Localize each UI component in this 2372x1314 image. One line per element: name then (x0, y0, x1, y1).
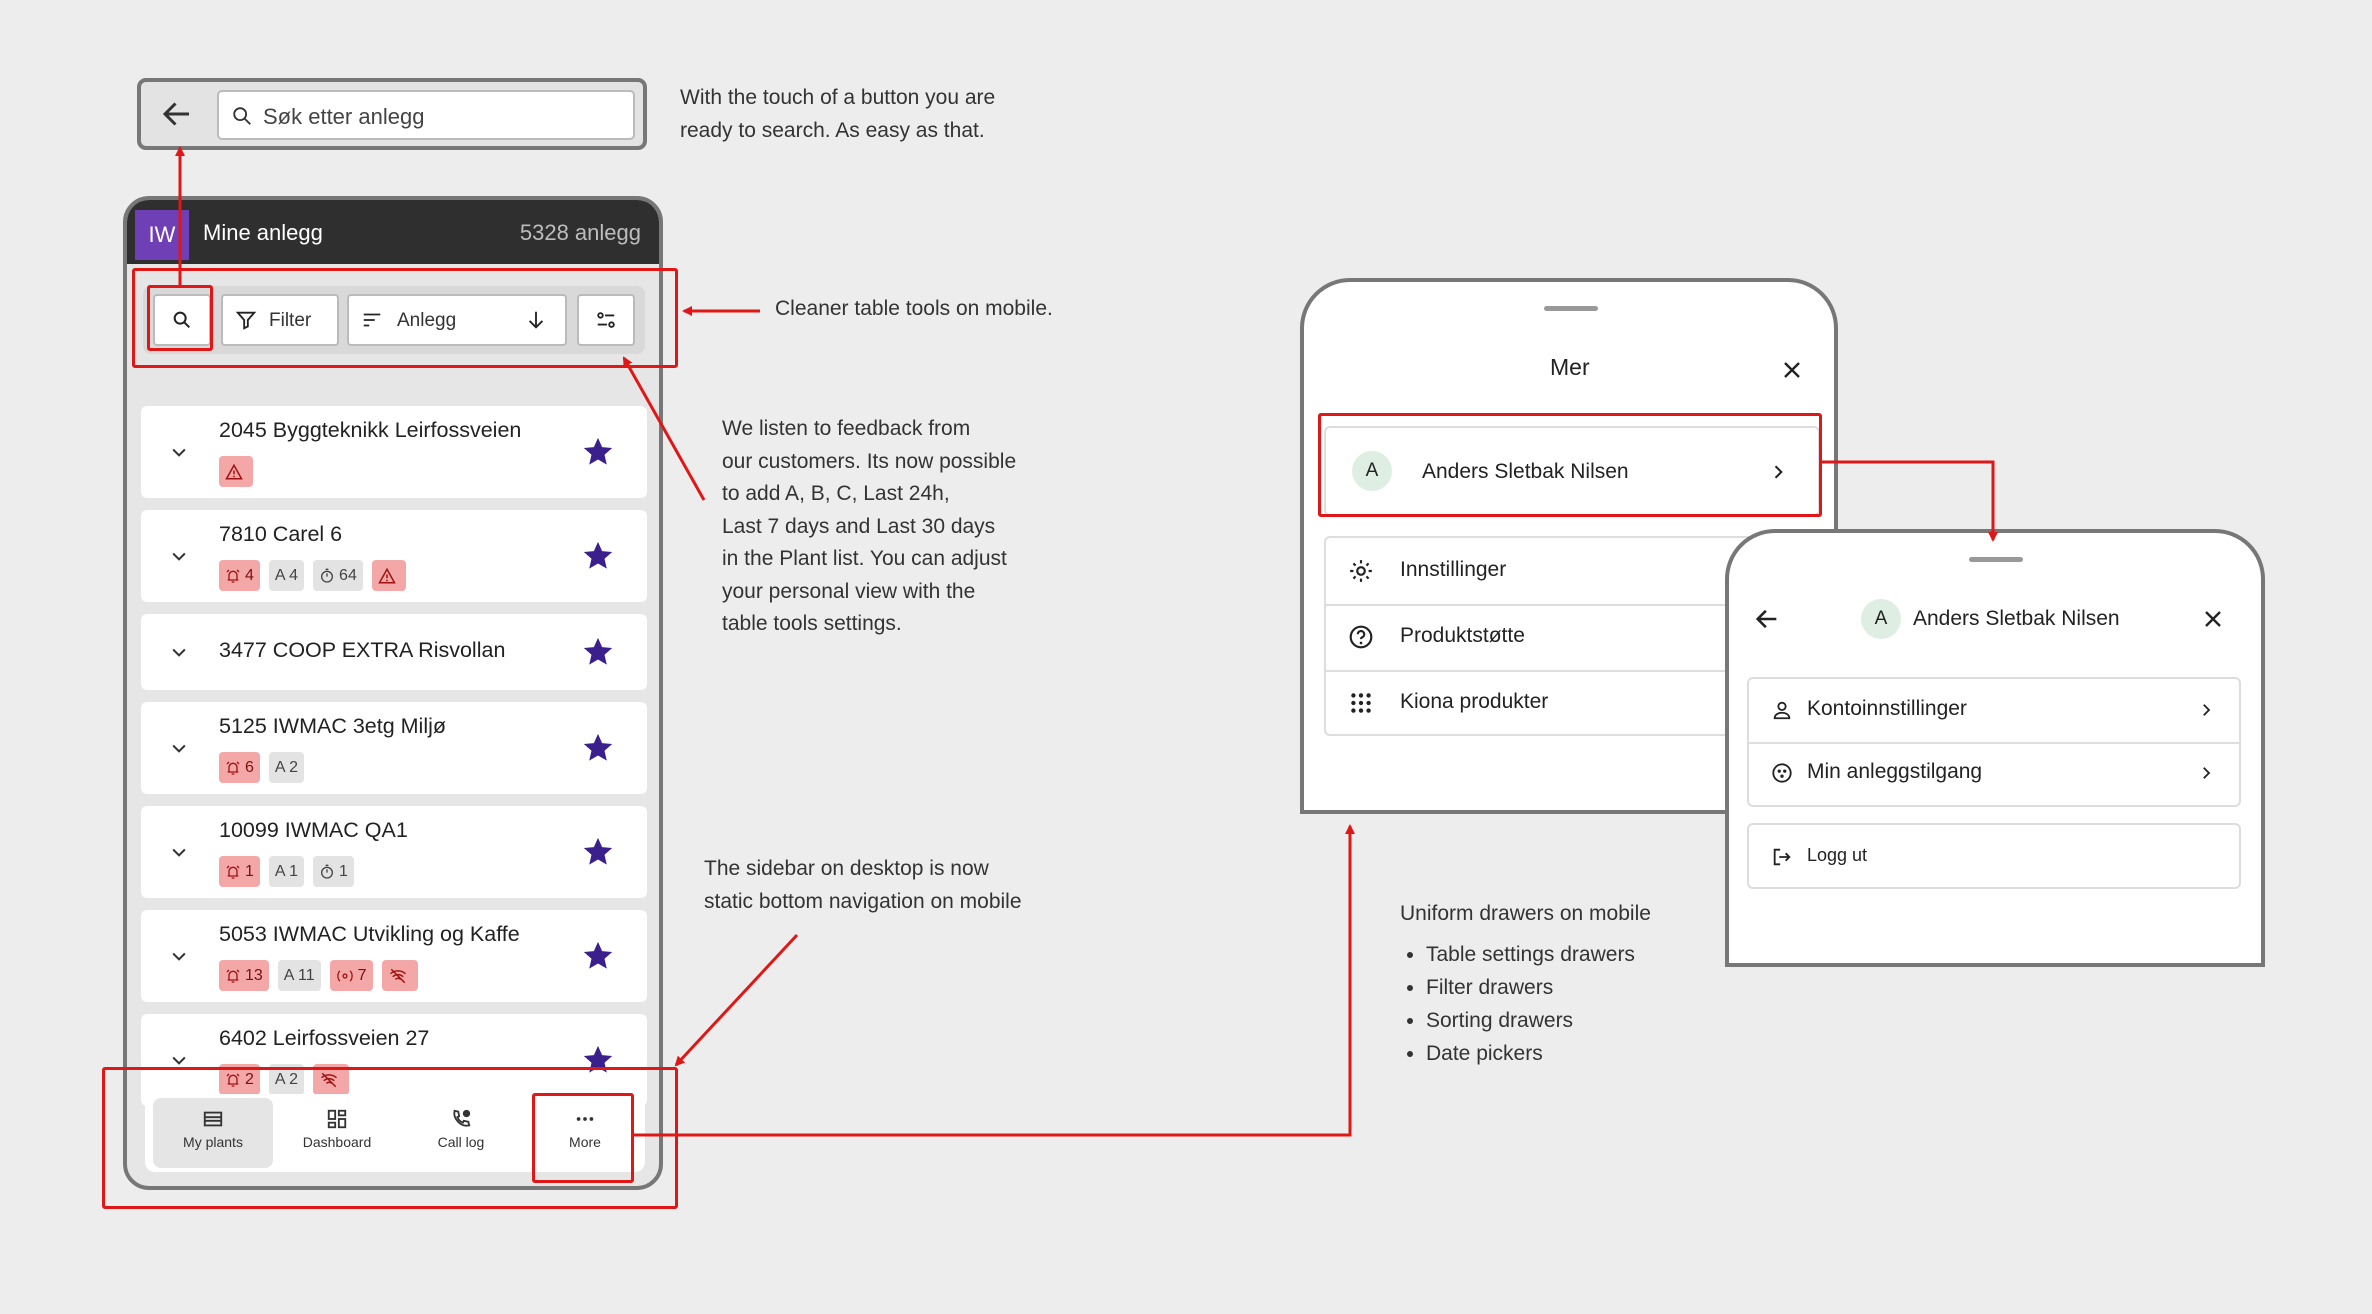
annotation-arrows (175, 146, 1998, 1137)
